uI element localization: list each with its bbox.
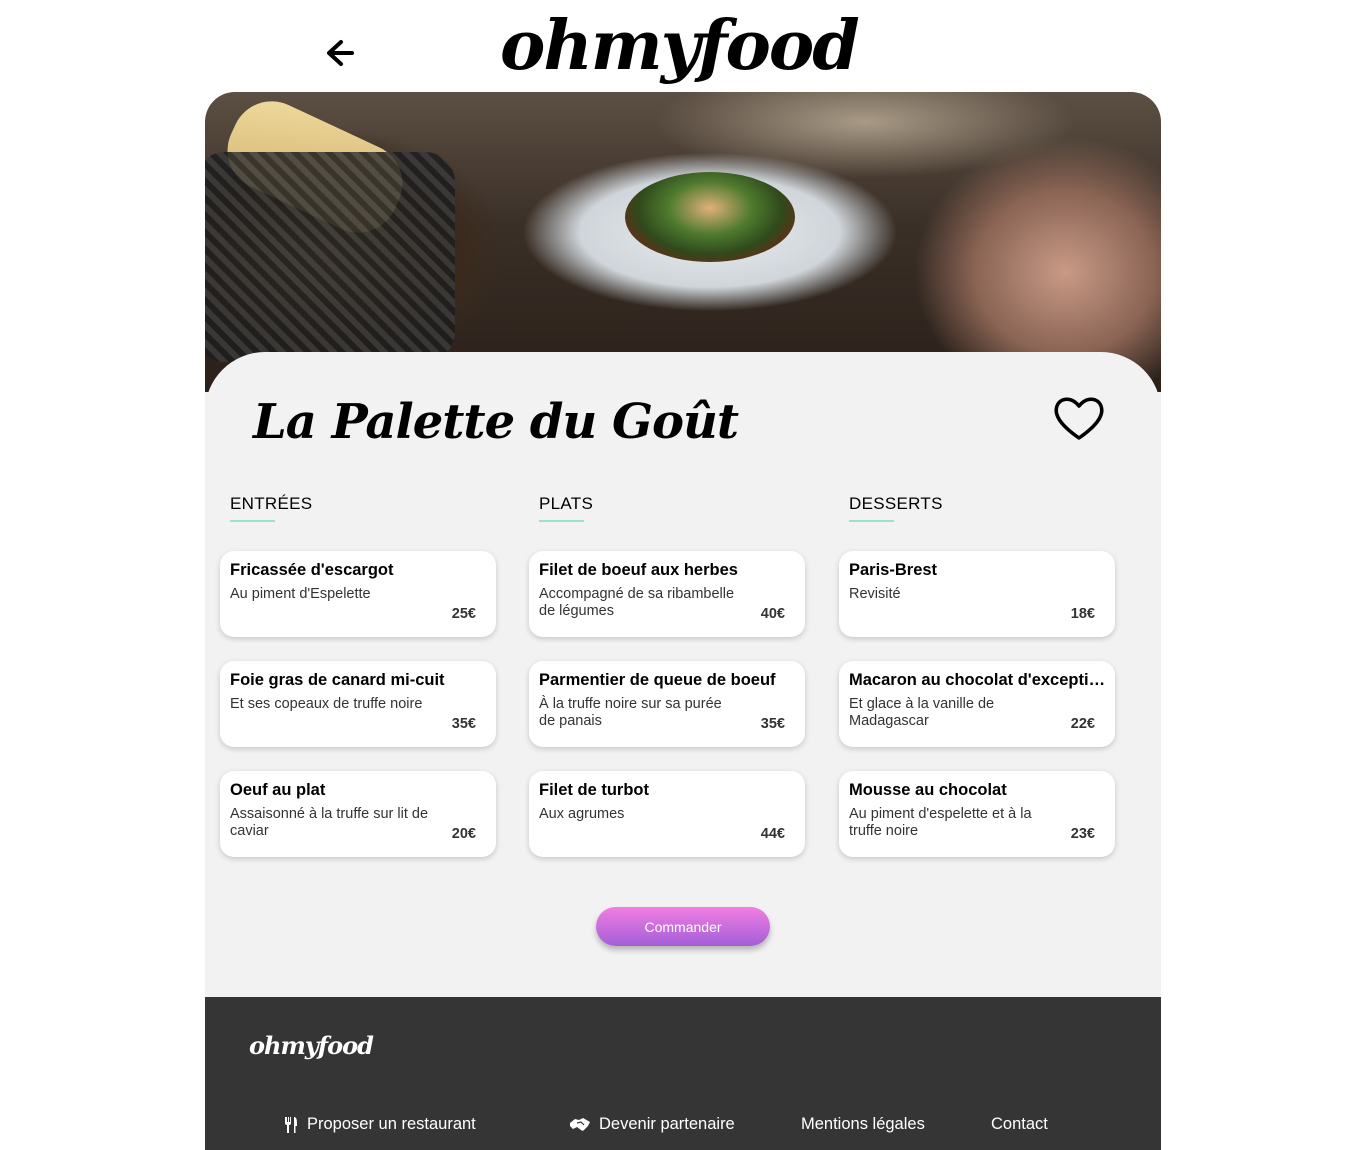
restaurant-hero-image: [205, 92, 1161, 392]
restaurant-page: La Palette du Goût ENTRÉES Fricassée d'e…: [205, 92, 1161, 1150]
page-footer: ohmyfood Proposer un restaurant Devenir …: [205, 997, 1161, 1150]
heart-outline-icon: [1054, 397, 1104, 440]
dish-price: 40€: [760, 606, 785, 622]
dish-card[interactable]: Macaron au chocolat d'exceptionnel Et gl…: [839, 661, 1115, 747]
menu-column-plats: PLATS Filet de boeuf aux herbes Accompag…: [529, 494, 805, 881]
dish-description: Accompagné de sa ribambelle de légumes: [539, 586, 735, 619]
dish-description: Aux agrumes: [539, 806, 625, 822]
dish-card[interactable]: Paris-Brest Revisité 18€: [839, 551, 1115, 637]
dish-price: 23€: [1070, 826, 1095, 842]
restaurant-title: La Palette du Goût: [253, 394, 739, 450]
dish-description: À la truffe noire sur sa purée de panais: [539, 696, 722, 729]
dish-price: 35€: [760, 716, 785, 732]
footer-link-contact[interactable]: Contact: [991, 1115, 1048, 1134]
hero-dish-shape: [625, 172, 795, 262]
dish-price: 18€: [1070, 606, 1095, 622]
menu-column-desserts: DESSERTS Paris-Brest Revisité 18€ Macaro…: [839, 494, 1115, 881]
column-title: ENTRÉES: [230, 494, 313, 513]
footer-link-become-partner[interactable]: Devenir partenaire: [569, 1115, 735, 1134]
dish-card[interactable]: Parmentier de queue de boeuf À la truffe…: [529, 661, 805, 747]
menu-column-entrees: ENTRÉES Fricassée d'escargot Au piment d…: [220, 494, 496, 881]
footer-logo[interactable]: ohmyfood: [249, 1031, 374, 1060]
favorite-button[interactable]: [1051, 392, 1107, 444]
footer-link-legal[interactable]: Mentions légales: [801, 1115, 925, 1134]
dish-name: Mousse au chocolat: [849, 781, 1007, 799]
arrow-left-icon: [327, 40, 354, 66]
dish-card[interactable]: Fricassée d'escargot Au piment d'Espelet…: [220, 551, 496, 637]
dish-price: 44€: [760, 826, 785, 842]
column-underline: [539, 520, 584, 522]
footer-link-label: Mentions légales: [801, 1115, 925, 1133]
site-logo[interactable]: ohmyfood: [500, 4, 860, 88]
dish-name: Paris-Brest: [849, 561, 938, 579]
column-underline: [849, 520, 894, 522]
dish-description: Et glace à la vanille de Madagascar: [849, 696, 995, 729]
order-button[interactable]: Commander: [596, 907, 770, 946]
dish-price: 20€: [451, 826, 476, 842]
hero-basket-shape: [205, 152, 455, 362]
dish-card[interactable]: Mousse au chocolat Au piment d'espelette…: [839, 771, 1115, 857]
dish-description: Et ses copeaux de truffe noire: [230, 696, 423, 712]
dish-card[interactable]: Foie gras de canard mi-cuit Et ses copea…: [220, 661, 496, 747]
dish-name: Filet de boeuf aux herbes: [539, 561, 738, 579]
dish-name: Macaron au chocolat d'exceptionnel: [849, 671, 1113, 689]
dish-name: Filet de turbot: [539, 781, 649, 799]
dish-card[interactable]: Filet de boeuf aux herbes Accompagné de …: [529, 551, 805, 637]
dish-price: 25€: [451, 606, 476, 622]
page-header: ohmyfood: [0, 0, 1349, 92]
dish-description: Assaisonné à la truffe sur lit de caviar: [230, 806, 429, 839]
dish-description: Au piment d'Espelette: [230, 586, 371, 602]
dish-price: 35€: [451, 716, 476, 732]
back-button[interactable]: [322, 34, 362, 74]
utensils-icon: [285, 1116, 297, 1133]
dish-name: Parmentier de queue de boeuf: [539, 671, 776, 689]
dish-price: 22€: [1070, 716, 1095, 732]
footer-link-propose-restaurant[interactable]: Proposer un restaurant: [283, 1115, 476, 1134]
dish-card[interactable]: Filet de turbot Aux agrumes 44€: [529, 771, 805, 857]
dish-name: Foie gras de canard mi-cuit: [230, 671, 445, 689]
dish-description: Revisité: [849, 586, 901, 602]
column-underline: [230, 520, 275, 522]
dish-description: Au piment d'espelette et à la truffe noi…: [849, 806, 1032, 839]
footer-link-label: Contact: [991, 1115, 1048, 1133]
column-title: DESSERTS: [849, 494, 943, 513]
dish-card[interactable]: Oeuf au plat Assaisonné à la truffe sur …: [220, 771, 496, 857]
footer-link-label: Proposer un restaurant: [307, 1115, 476, 1133]
footer-link-label: Devenir partenaire: [599, 1115, 735, 1133]
handshake-icon: [570, 1117, 590, 1131]
dish-name: Fricassée d'escargot: [230, 561, 394, 579]
dish-name: Oeuf au plat: [230, 781, 326, 799]
column-title: PLATS: [539, 494, 594, 513]
